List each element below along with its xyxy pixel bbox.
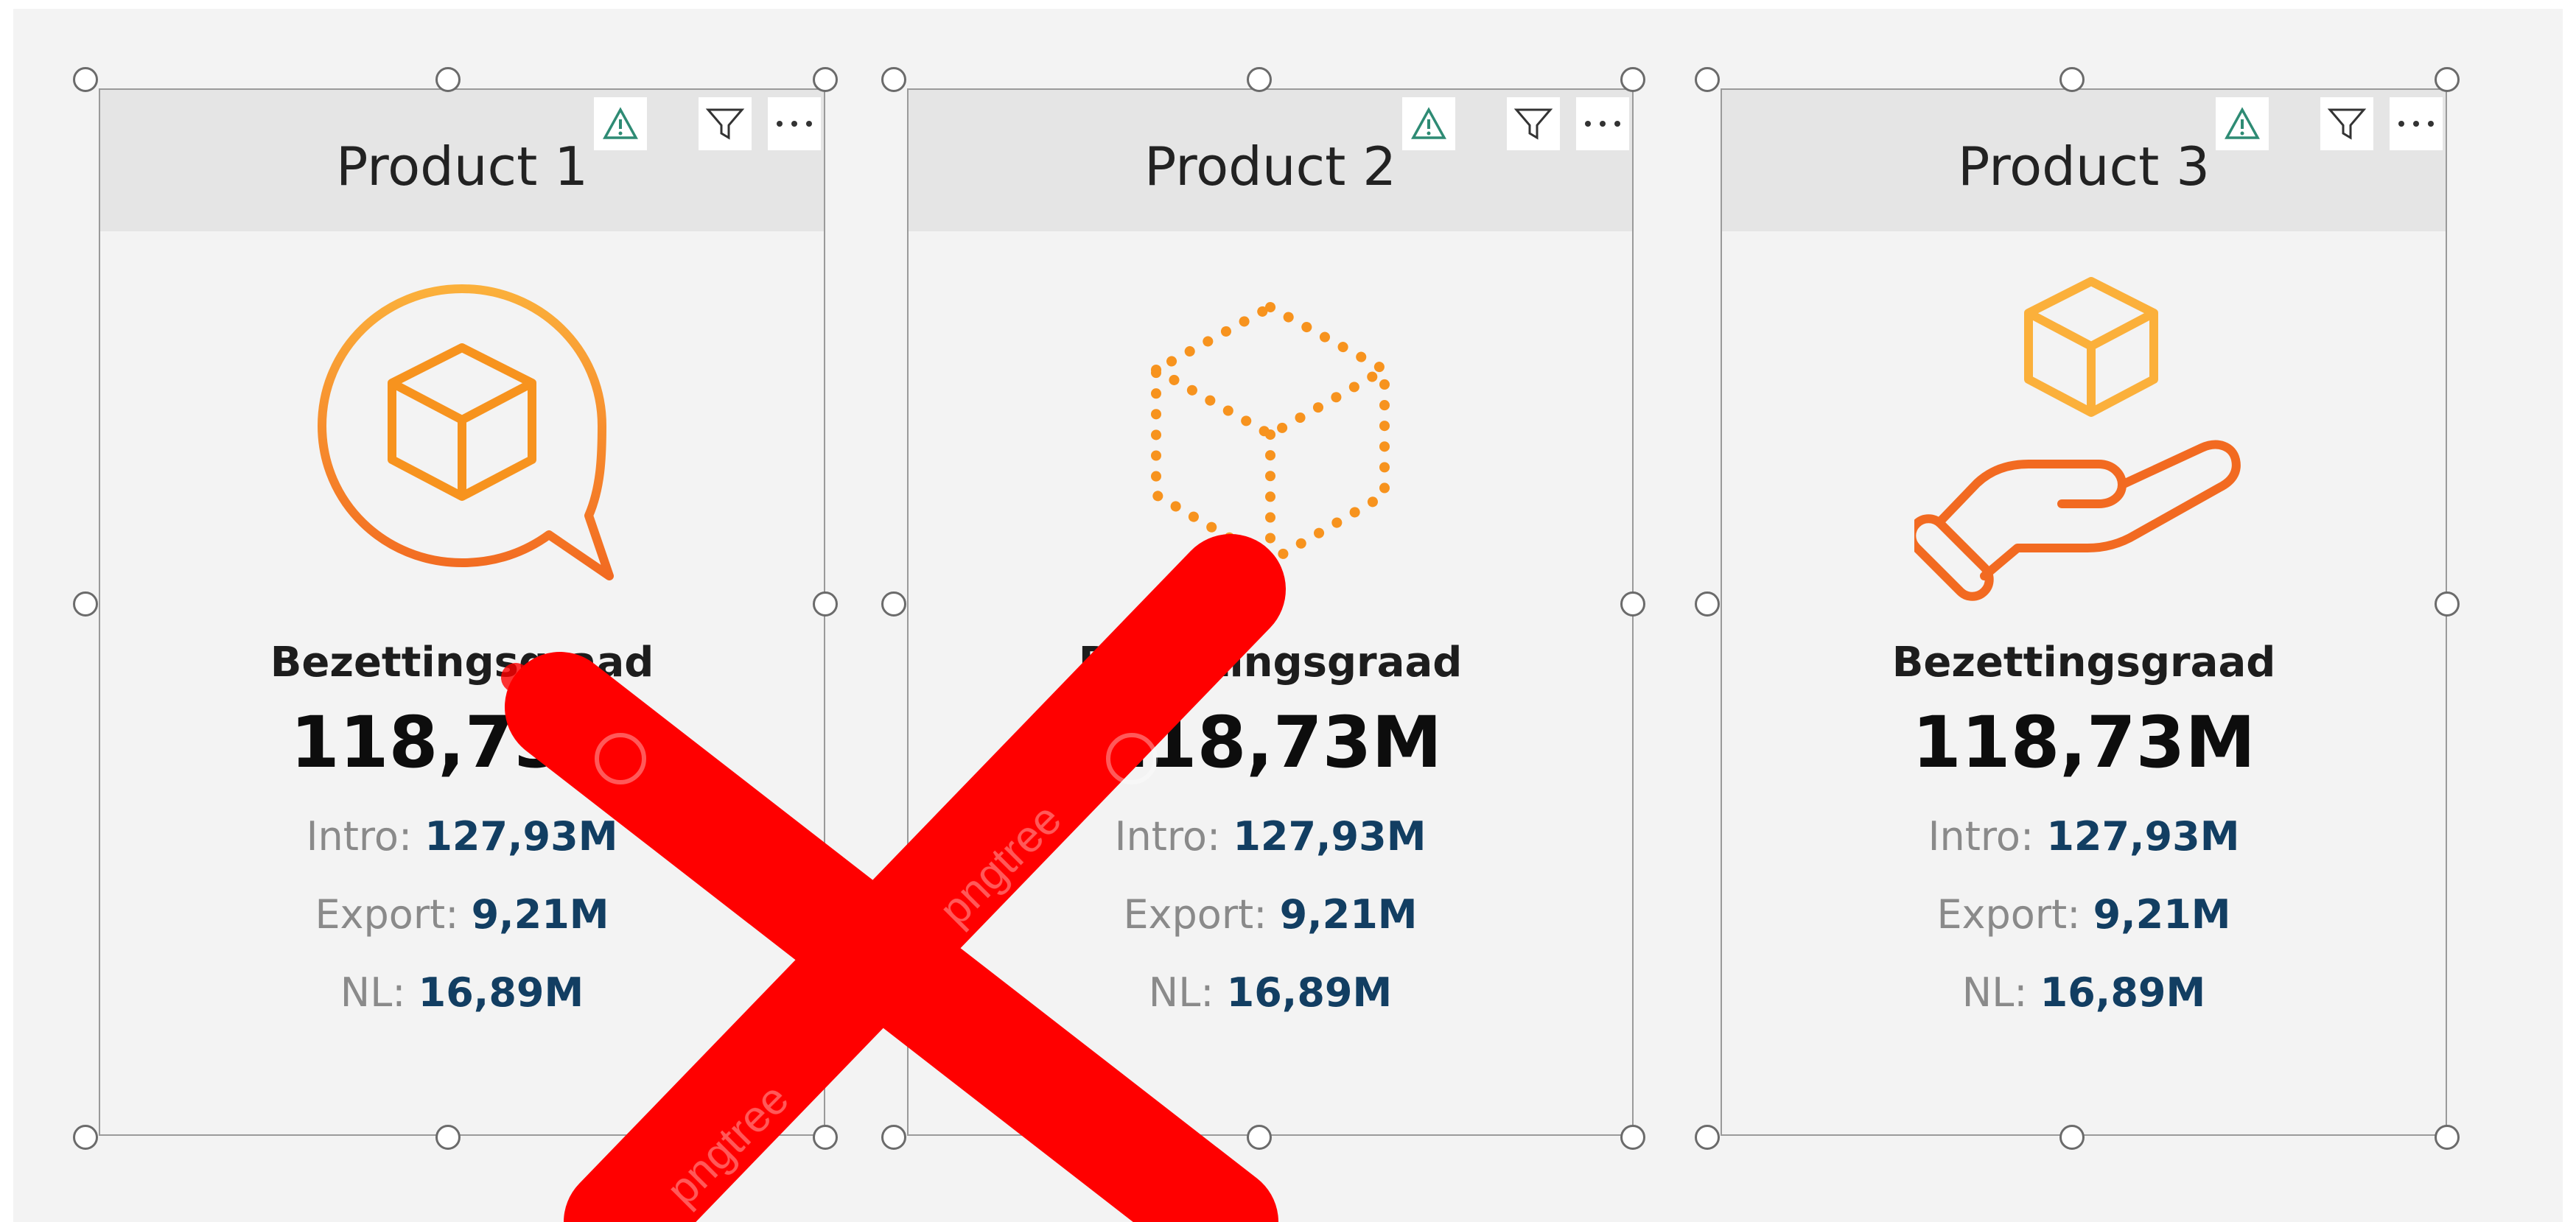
resize-handle[interactable] [1695,591,1720,617]
chat-bubble-cube-icon [100,267,824,679]
resize-handle[interactable] [813,67,838,92]
resize-handle[interactable] [73,1125,98,1150]
row-label: NL: [340,969,406,1016]
filter-icon[interactable] [1507,97,1560,150]
filter-icon[interactable] [699,97,752,150]
row-value: 127,93M [2046,813,2240,860]
row-value: 16,89M [1226,969,1393,1016]
filter-icon[interactable] [2320,97,2373,150]
resize-handle[interactable] [1247,1125,1272,1150]
breakdown-row-nl: NL: 16,89M [100,969,824,1016]
card-header: Product 2 [909,90,1632,231]
row-label: Intro: [306,813,413,860]
row-label: Export: [1936,891,2081,938]
resize-handle[interactable] [73,591,98,617]
row-label: NL: [1148,969,1214,1016]
resize-handle[interactable] [2435,1125,2460,1150]
resize-handle[interactable] [2059,67,2085,92]
row-value: 9,21M [2093,891,2231,938]
row-label: NL: [1961,969,2028,1016]
resize-handle[interactable] [435,67,461,92]
row-label: Export: [315,891,459,938]
kpi-value: 118,73M [290,701,634,784]
hand-holding-cube-icon [1722,267,2446,679]
resize-handle[interactable] [881,591,906,617]
breakdown-row-nl: NL: 16,89M [1722,969,2446,1016]
warning-icon[interactable] [2216,97,2269,150]
more-options-icon[interactable] [768,97,821,150]
resize-handle[interactable] [1247,67,1272,92]
resize-handle[interactable] [813,591,838,617]
card-header: Product 3 [1722,90,2446,231]
breakdown-row-export: Export: 9,21M [1722,891,2446,938]
resize-handle[interactable] [1620,591,1645,617]
report-canvas: Product 1 Bezettingsgraad 118,73M Intro:… [13,9,2563,1222]
breakdown-row-export: Export: 9,21M [909,891,1632,938]
card-header: Product 1 [100,90,824,231]
kpi-value: 118,73M [1099,701,1442,784]
resize-handle[interactable] [2059,1125,2085,1150]
more-options-icon[interactable] [2390,97,2443,150]
resize-handle[interactable] [2435,67,2460,92]
warning-icon[interactable] [594,97,647,150]
resize-handle[interactable] [881,1125,906,1150]
resize-handle[interactable] [1695,1125,1720,1150]
resize-handle[interactable] [1695,67,1720,92]
breakdown-row-nl: NL: 16,89M [909,969,1632,1016]
row-value: 127,93M [424,813,618,860]
row-value: 9,21M [471,891,609,938]
resize-handle[interactable] [1620,67,1645,92]
kpi-label: Bezettingsgraad [270,639,654,687]
resize-handle[interactable] [881,67,906,92]
resize-handle[interactable] [435,1125,461,1150]
kpi-label: Bezettingsgraad [1891,639,2276,687]
dotted-cube-icon [909,267,1632,679]
kpi-value: 118,73M [1912,701,2255,784]
row-label: Intro: [1114,813,1221,860]
breakdown-row-intro: Intro: 127,93M [100,813,824,860]
row-label: Intro: [1928,813,2034,860]
product-card-2[interactable]: Product 2 Bezettingsgraad 118,73M Intro:… [907,88,1634,1136]
resize-handle[interactable] [73,67,98,92]
row-label: Export: [1123,891,1267,938]
row-value: 9,21M [1279,891,1418,938]
product-card-3[interactable]: Product 3 Bezettingsgraad 118,73M Intro:… [1721,88,2447,1136]
breakdown-row-intro: Intro: 127,93M [909,813,1632,860]
resize-handle[interactable] [1620,1125,1645,1150]
kpi-label: Bezettingsgraad [1078,639,1463,687]
warning-icon[interactable] [1402,97,1455,150]
more-options-icon[interactable] [1576,97,1629,150]
row-value: 16,89M [418,969,584,1016]
row-value: 16,89M [2040,969,2206,1016]
resize-handle[interactable] [813,1125,838,1150]
product-card-1[interactable]: Product 1 Bezettingsgraad 118,73M Intro:… [99,88,825,1136]
breakdown-row-intro: Intro: 127,93M [1722,813,2446,860]
breakdown-row-export: Export: 9,21M [100,891,824,938]
resize-handle[interactable] [2435,591,2460,617]
row-value: 127,93M [1233,813,1427,860]
